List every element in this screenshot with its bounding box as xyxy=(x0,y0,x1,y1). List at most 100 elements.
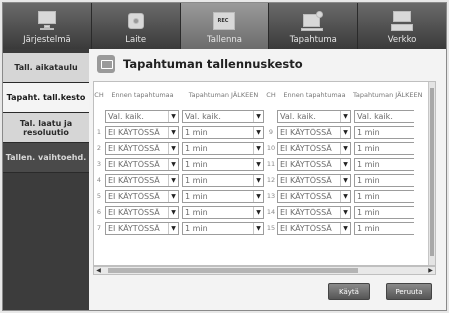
chevron-down-icon: ▼ xyxy=(168,158,178,170)
chevron-down-icon: ▼ xyxy=(168,174,178,186)
select-before[interactable]: EI KÄYTÖSSÄ ▼ xyxy=(105,141,179,155)
select-after[interactable]: 1 min xyxy=(354,141,414,155)
panel-header: Tapahtuman tallennuskesto xyxy=(89,49,446,79)
scroll-thumb[interactable] xyxy=(430,88,434,256)
tab-device[interactable]: Laite xyxy=(91,3,181,49)
main-panel: Tapahtuman tallennuskesto CH Ennen tapah… xyxy=(89,49,446,310)
duration-table: CH Ennen tapahtumaa Tapahtuman JÄLKEEN C… xyxy=(93,81,436,266)
select-after[interactable]: 1 min ▼ xyxy=(182,205,264,219)
select-all-after[interactable]: Val. kaik. ▼ xyxy=(182,109,264,123)
channel-number: 5 xyxy=(96,192,102,200)
tab-system-label: Järjestelmä xyxy=(23,35,71,45)
chevron-down-icon: ▼ xyxy=(340,190,350,202)
select-after[interactable]: 1 min ▼ xyxy=(182,157,264,171)
channel-number: 12 xyxy=(266,176,276,184)
record-panel-icon xyxy=(97,55,115,73)
page-title: Tapahtuman tallennuskesto xyxy=(123,57,303,71)
sidebar-item-event-duration[interactable]: Tapaht. tall.kesto xyxy=(3,83,89,113)
channel-number: 3 xyxy=(96,160,102,168)
horizontal-scrollbar[interactable]: ◀ ▶ xyxy=(93,266,436,275)
scroll-left-icon[interactable]: ◀ xyxy=(94,267,103,274)
select-before[interactable]: EI KÄYTÖSSÄ ▼ xyxy=(277,189,351,203)
column-header-before-2: Ennen tapahtumaa xyxy=(283,91,346,99)
rec-icon: REC xyxy=(211,10,237,32)
network-icon xyxy=(389,10,415,32)
apply-button[interactable]: Käytä xyxy=(328,283,370,300)
select-all-before-2[interactable]: Val. kaik. ▼ xyxy=(277,109,351,123)
select-before[interactable]: EI KÄYTÖSSÄ ▼ xyxy=(105,205,179,219)
select-after[interactable]: 1 min xyxy=(354,221,414,235)
scroll-right-icon[interactable]: ▶ xyxy=(426,267,435,274)
select-before[interactable]: EI KÄYTÖSSÄ ▼ xyxy=(105,173,179,187)
select-after[interactable]: 1 min xyxy=(354,157,414,171)
select-all-after-2[interactable]: Val. kaik. xyxy=(354,109,414,123)
channel-number: 10 xyxy=(266,144,276,152)
select-before[interactable]: EI KÄYTÖSSÄ ▼ xyxy=(277,125,351,139)
tab-device-label: Laite xyxy=(125,35,147,45)
select-after[interactable]: 1 min xyxy=(354,173,414,187)
sidebar-item-quality[interactable]: Tal. laatu ja resoluutio xyxy=(3,113,89,143)
select-all-before[interactable]: Val. kaik. ▼ xyxy=(105,109,179,123)
channel-number: 13 xyxy=(266,192,276,200)
table-row: 2 EI KÄYTÖSSÄ ▼ 1 min ▼ 10 EI KÄYTÖSSÄ ▼ 1 … xyxy=(94,140,423,156)
sidebar-item-schedule[interactable]: Tall. aikataulu xyxy=(3,53,89,83)
chevron-down-icon: ▼ xyxy=(168,206,178,218)
scroll-thumb[interactable] xyxy=(108,268,358,273)
left-sidebar: Tall. aikataulu Tapaht. tall.kesto Tal. … xyxy=(3,49,89,310)
select-before[interactable]: EI KÄYTÖSSÄ ▼ xyxy=(277,205,351,219)
chevron-down-icon: ▼ xyxy=(340,222,350,234)
chevron-down-icon: ▼ xyxy=(253,190,263,202)
chevron-down-icon: ▼ xyxy=(253,222,263,234)
cancel-button[interactable]: Peruuta xyxy=(386,283,432,300)
channel-number: 1 xyxy=(96,128,102,136)
select-after[interactable]: 1 min xyxy=(354,189,414,203)
tab-system[interactable]: Järjestelmä xyxy=(3,3,92,49)
select-after[interactable]: 1 min ▼ xyxy=(182,189,264,203)
table-row: 1 EI KÄYTÖSSÄ ▼ 1 min ▼ 9 EI KÄYTÖSSÄ ▼ 1 m… xyxy=(94,124,423,140)
channel-number: 15 xyxy=(266,224,276,232)
select-after[interactable]: 1 min ▼ xyxy=(182,221,264,235)
table-row: 7 EI KÄYTÖSSÄ ▼ 1 min ▼ 15 EI KÄYTÖSSÄ ▼ 1 … xyxy=(94,220,423,236)
column-header-ch: CH xyxy=(94,91,104,99)
table-row: 6 EI KÄYTÖSSÄ ▼ 1 min ▼ 14 EI KÄYTÖSSÄ ▼ 1 … xyxy=(94,204,423,220)
channel-number: 2 xyxy=(96,144,102,152)
select-before[interactable]: EI KÄYTÖSSÄ ▼ xyxy=(105,157,179,171)
chevron-down-icon: ▼ xyxy=(253,174,263,186)
table-row: 5 EI KÄYTÖSSÄ ▼ 1 min ▼ 13 EI KÄYTÖSSÄ ▼ 1 … xyxy=(94,188,423,204)
chevron-down-icon: ▼ xyxy=(253,158,263,170)
select-after[interactable]: 1 min ▼ xyxy=(182,173,264,187)
chevron-down-icon: ▼ xyxy=(340,174,350,186)
chevron-down-icon: ▼ xyxy=(253,126,263,138)
select-after[interactable]: 1 min ▼ xyxy=(182,141,264,155)
channel-number: 11 xyxy=(266,160,276,168)
tab-network[interactable]: Verkko xyxy=(358,3,446,49)
select-before[interactable]: EI KÄYTÖSSÄ ▼ xyxy=(105,221,179,235)
channel-number: 6 xyxy=(96,208,102,216)
chevron-down-icon: ▼ xyxy=(340,206,350,218)
table-row-all: Val. kaik. ▼ Val. kaik. ▼ Val. kaik. ▼ Val.… xyxy=(94,108,423,124)
tab-event[interactable]: Tapahtuma xyxy=(269,3,359,49)
column-header-ch-2: CH xyxy=(266,91,276,99)
select-before[interactable]: EI KÄYTÖSSÄ ▼ xyxy=(277,157,351,171)
monitor-icon xyxy=(34,10,60,32)
select-before[interactable]: EI KÄYTÖSSÄ ▼ xyxy=(277,221,351,235)
select-before[interactable]: EI KÄYTÖSSÄ ▼ xyxy=(277,141,351,155)
tab-event-label: Tapahtuma xyxy=(289,35,337,45)
sidebar-item-options[interactable]: Tallen. vaihtoehd. xyxy=(3,143,89,173)
vertical-scrollbar[interactable] xyxy=(428,82,435,265)
chevron-down-icon: ▼ xyxy=(340,110,350,122)
chevron-down-icon: ▼ xyxy=(340,126,350,138)
table-row: 3 EI KÄYTÖSSÄ ▼ 1 min ▼ 11 EI KÄYTÖSSÄ ▼ 1 … xyxy=(94,156,423,172)
select-after[interactable]: 1 min xyxy=(354,125,414,139)
table-row: 4 EI KÄYTÖSSÄ ▼ 1 min ▼ 12 EI KÄYTÖSSÄ ▼ 1 … xyxy=(94,172,423,188)
tab-record[interactable]: REC Tallenna xyxy=(180,3,270,49)
select-before[interactable]: EI KÄYTÖSSÄ ▼ xyxy=(277,173,351,187)
select-after[interactable]: 1 min xyxy=(354,205,414,219)
select-before[interactable]: EI KÄYTÖSSÄ ▼ xyxy=(105,189,179,203)
chevron-down-icon: ▼ xyxy=(253,110,263,122)
camera-icon xyxy=(123,10,149,32)
select-before[interactable]: EI KÄYTÖSSÄ ▼ xyxy=(105,125,179,139)
select-after[interactable]: 1 min ▼ xyxy=(182,125,264,139)
channel-number: 7 xyxy=(96,224,102,232)
tab-record-label: Tallenna xyxy=(207,35,242,45)
